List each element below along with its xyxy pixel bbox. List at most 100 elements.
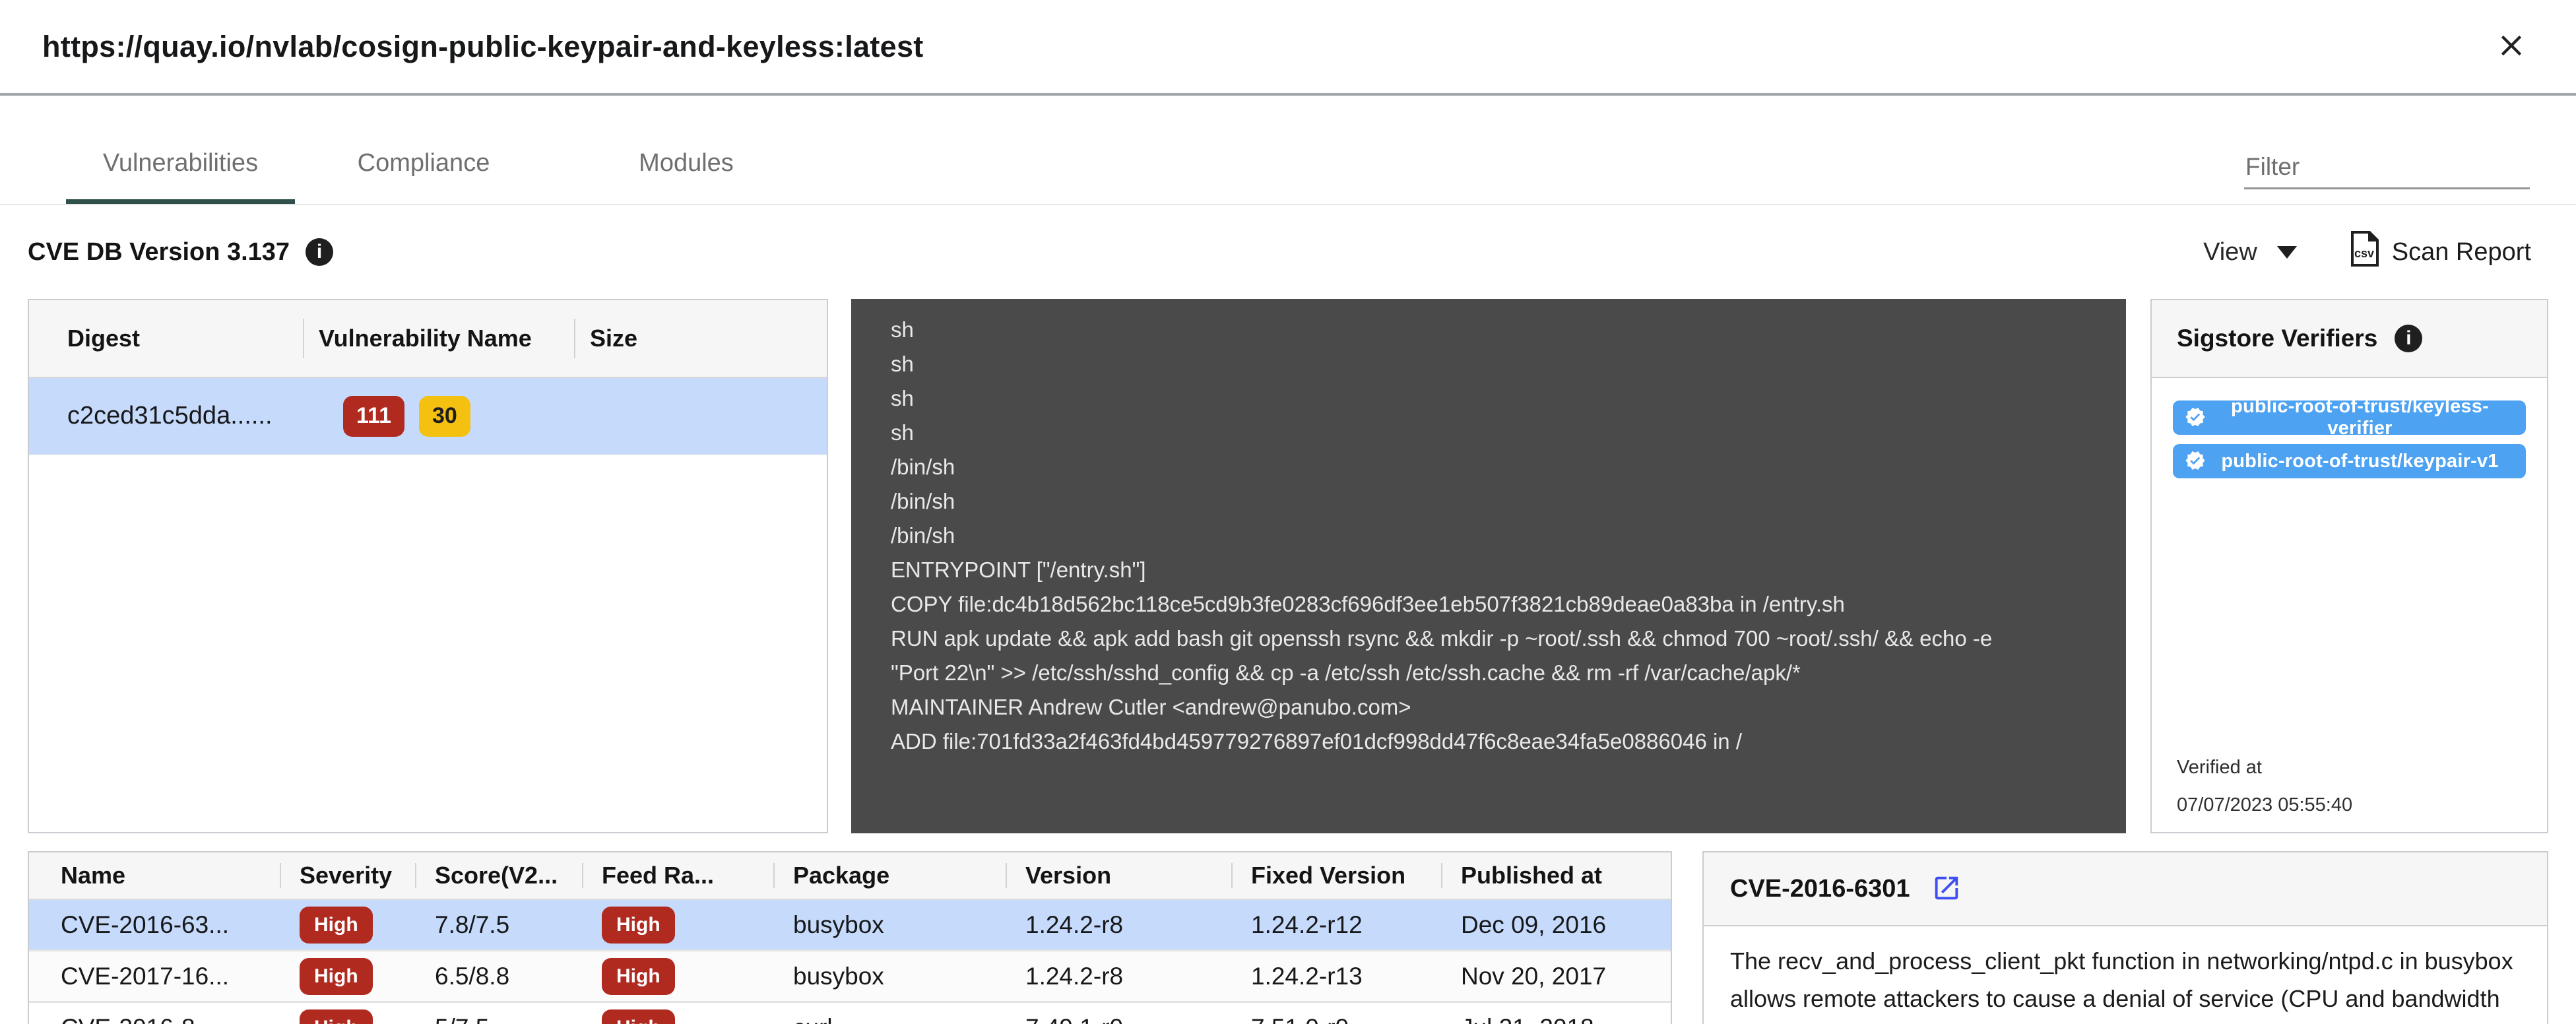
version-column-header: Version: [1006, 852, 1231, 899]
cve-description-line: allows remote attackers to cause a denia…: [1730, 980, 2521, 1017]
cve-description-line: consumption) via a forged NTP packet, wh…: [1730, 1017, 2521, 1024]
view-dropdown-label: View: [2203, 238, 2257, 267]
layer-command-line: sh: [891, 381, 2086, 416]
close-button[interactable]: [2494, 28, 2528, 65]
fixed-version-value: 1.24.2-r13: [1231, 951, 1441, 1001]
cve-detail-panel: CVE-2016-6301 The recv_and_process_clien…: [1702, 851, 2548, 1024]
digest-table: Digest Vulnerability Name Size c2ced31c5…: [28, 299, 828, 833]
cve-db-version: CVE DB Version 3.137 i: [28, 238, 333, 267]
layer-command-line: RUN apk update && apk add bash git opens…: [891, 622, 2086, 656]
layer-command-line: COPY file:dc4b18d562bc118ce5cd9b3fe0283c…: [891, 587, 2086, 622]
published-at-value: Nov 20, 2017: [1441, 951, 1671, 1001]
fixed-version-value: 7.51.0-r0: [1231, 1003, 1441, 1024]
layer-command-line: "Port 22\n" >> /etc/ssh/sshd_config && c…: [891, 656, 2086, 690]
layer-command-line: /bin/sh: [891, 484, 2086, 519]
feed-rating-badge: High: [602, 907, 675, 944]
layer-command-line: sh: [891, 313, 2086, 347]
verified-seal-icon: [2185, 450, 2206, 473]
severity-badge: High: [300, 907, 373, 944]
size-column-header: Size: [574, 300, 827, 377]
verifier-chip-keypair[interactable]: public-root-of-trust/keypair-v1: [2173, 444, 2526, 478]
severity-badge: High: [300, 1009, 373, 1024]
cve-name: CVE-2016-63...: [29, 900, 280, 949]
layer-command-line: ENTRYPOINT ["/entry.sh"]: [891, 553, 2086, 587]
tab-list: Vulnerabilities Compliance Modules: [66, 96, 820, 204]
table-row[interactable]: CVE-2016-63... High 7.8/7.5 High busybox…: [29, 900, 1671, 949]
table-row[interactable]: CVE-2017-16... High 6.5/8.8 High busybox…: [29, 949, 1671, 1001]
svg-text:csv: csv: [2354, 247, 2374, 260]
published-at-value: Jul 21, 2018: [1441, 1003, 1671, 1024]
published-at-value: Dec 09, 2016: [1441, 900, 1671, 949]
severity-column-header: Severity: [280, 852, 415, 899]
verifier-chip-label: public-root-of-trust/keyless-verifier: [2206, 396, 2514, 439]
version-value: 1.24.2-r8: [1006, 900, 1231, 949]
package-value: busybox: [773, 900, 1006, 949]
external-link-button[interactable]: [1931, 873, 1962, 905]
feed-rating-badge: High: [602, 1009, 675, 1024]
tab-compliance[interactable]: Compliance: [295, 96, 552, 204]
tab-vulnerabilities[interactable]: Vulnerabilities: [66, 96, 295, 204]
verifier-chip-label: public-root-of-trust/keypair-v1: [2206, 451, 2514, 472]
info-icon[interactable]: i: [2395, 325, 2422, 352]
layer-history-panel: sh sh sh sh /bin/sh /bin/sh /bin/sh ENTR…: [851, 299, 2126, 833]
feed-rating-badge: High: [602, 958, 675, 995]
scan-report-button[interactable]: csv Scan Report: [2350, 231, 2531, 273]
toolbar-actions: View csv Scan Report: [2203, 231, 2531, 273]
layer-command-line: /bin/sh: [891, 450, 2086, 484]
digest-table-header: Digest Vulnerability Name Size: [29, 300, 827, 378]
verifier-chip-keyless[interactable]: public-root-of-trust/keyless-verifier: [2173, 400, 2526, 435]
cve-db-version-label: CVE DB Version 3.137: [28, 238, 290, 267]
cve-id: CVE-2016-6301: [1730, 875, 1910, 903]
verified-seal-icon: [2185, 406, 2206, 430]
score-value: 6.5/8.8: [415, 951, 582, 1001]
digest-value: c2ced31c5dda......: [29, 402, 303, 430]
filter-field-wrap: [2244, 149, 2530, 189]
scan-result-dialog: https://quay.io/nvlab/cosign-public-keyp…: [0, 0, 2576, 1024]
layer-command-line: /bin/sh: [891, 519, 2086, 553]
external-link-icon: [1931, 873, 1962, 905]
layer-command-line: sh: [891, 416, 2086, 450]
score-column-header: Score(V2...: [415, 852, 582, 899]
chevron-down-icon: [2277, 246, 2297, 259]
scan-report-label: Scan Report: [2392, 238, 2531, 267]
layer-command-line: ADD file:701fd33a2f463fd4bd459779276897e…: [891, 724, 2086, 759]
vulnerability-counts: 111 30: [303, 396, 827, 437]
info-icon[interactable]: i: [306, 238, 333, 266]
sigstore-verifiers-panel: Sigstore Verifiers i public-root-of-trus…: [2150, 299, 2548, 833]
sigstore-title: Sigstore Verifiers: [2177, 325, 2377, 352]
version-value: 1.24.2-r8: [1006, 951, 1231, 1001]
image-url-title: https://quay.io/nvlab/cosign-public-keyp…: [42, 30, 924, 64]
fixed-version-value: 1.24.2-r12: [1231, 900, 1441, 949]
dialog-header: https://quay.io/nvlab/cosign-public-keyp…: [0, 0, 2576, 96]
sigstore-header: Sigstore Verifiers i: [2152, 300, 2547, 378]
digest-column-header: Digest: [29, 300, 303, 377]
severity-badge: High: [300, 958, 373, 995]
score-value: 7.8/7.5: [415, 900, 582, 949]
tab-modules[interactable]: Modules: [552, 96, 820, 204]
package-column-header: Package: [773, 852, 1006, 899]
vulnerabilities-table: Name Severity Score(V2... Feed Ra... Pac…: [28, 851, 1672, 1024]
verifier-chip-list: public-root-of-trust/keyless-verifier pu…: [2152, 378, 2547, 478]
tabs-bar: Vulnerabilities Compliance Modules: [0, 96, 2576, 205]
package-value: curl: [773, 1003, 1006, 1024]
score-value: 5/7.5: [415, 1003, 582, 1024]
version-value: 7.49.1-r0: [1006, 1003, 1231, 1024]
view-dropdown[interactable]: View: [2203, 238, 2297, 267]
vulnerabilities-table-header: Name Severity Score(V2... Feed Ra... Pac…: [29, 852, 1671, 900]
published-at-column-header: Published at: [1441, 852, 1671, 899]
vulnerability-name-column-header: Vulnerability Name: [303, 300, 574, 377]
table-row[interactable]: CVE-2016-8... High 5/7.5 High curl 7.49.…: [29, 1001, 1671, 1024]
feed-rating-column-header: Feed Ra...: [582, 852, 773, 899]
verified-at-label: Verified at: [2177, 757, 2522, 779]
digest-table-row[interactable]: c2ced31c5dda...... 111 30: [29, 378, 827, 455]
cve-description-line: The recv_and_process_client_pkt function…: [1730, 942, 2521, 980]
cve-description: The recv_and_process_client_pkt function…: [1704, 926, 2547, 1024]
verified-at-time: 07/07/2023 05:55:40: [2177, 794, 2522, 816]
csv-file-icon: csv: [2350, 231, 2380, 273]
filter-input[interactable]: [2244, 149, 2530, 189]
cve-name: CVE-2016-8...: [29, 1003, 280, 1024]
medium-count-badge: 30: [419, 396, 470, 437]
verified-at-block: Verified at 07/07/2023 05:55:40: [2152, 757, 2547, 832]
cve-name: CVE-2017-16...: [29, 951, 280, 1001]
layer-command-line: MAINTAINER Andrew Cutler <andrew@panubo.…: [891, 690, 2086, 724]
